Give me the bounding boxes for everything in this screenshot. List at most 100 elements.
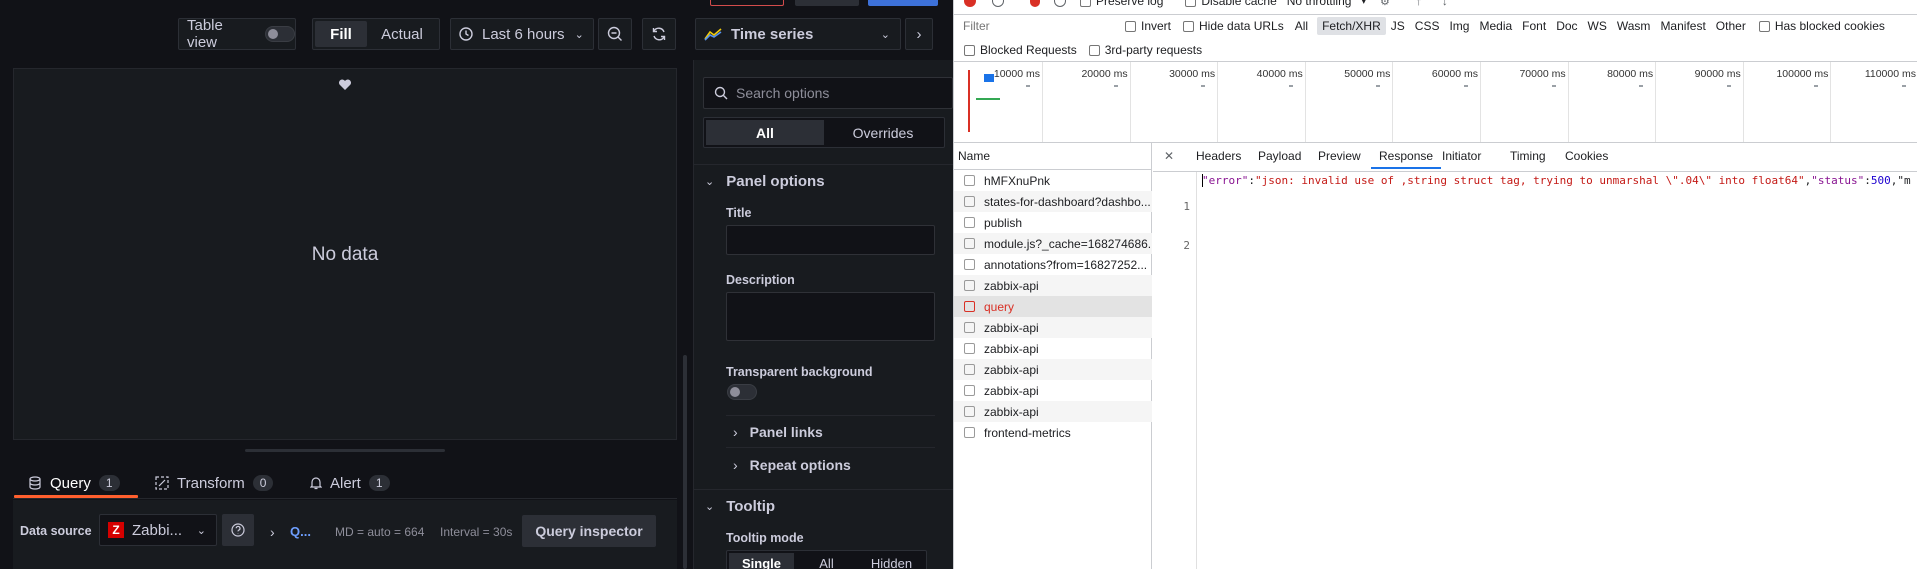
query-name[interactable]: Q...: [290, 524, 311, 539]
network-conditions-icon[interactable]: ⚙: [1380, 0, 1390, 8]
fill-button[interactable]: Fill: [315, 21, 367, 47]
description-textarea[interactable]: [726, 292, 935, 341]
filter-type-ws[interactable]: WS: [1583, 17, 1612, 35]
request-row[interactable]: states-for-dashboard?dashbo...: [954, 191, 1152, 212]
tab-alert-count: 1: [368, 475, 390, 491]
repeat-options-header[interactable]: › Repeat options: [733, 457, 851, 473]
panel-links-header[interactable]: › Panel links: [733, 424, 823, 440]
filter-type-other[interactable]: Other: [1711, 17, 1751, 35]
tooltip-mode-hidden[interactable]: Hidden: [859, 553, 924, 569]
zoom-out-button[interactable]: [598, 18, 632, 50]
filter-type-manifest[interactable]: Manifest: [1655, 17, 1710, 35]
bell-icon: [310, 477, 322, 490]
request-row[interactable]: module.js?_cache=168274686...: [954, 233, 1152, 254]
throttling-select[interactable]: No throttling: [1287, 0, 1352, 8]
third-party-checkbox[interactable]: [1088, 44, 1100, 56]
filter-type-img[interactable]: Img: [1444, 17, 1474, 35]
request-row[interactable]: query: [954, 296, 1152, 317]
import-har-icon[interactable]: ↑: [1416, 0, 1422, 8]
request-type-icon: [964, 427, 975, 438]
tab-overrides[interactable]: Overrides: [824, 120, 942, 145]
tab-preview[interactable]: Preview: [1310, 147, 1369, 169]
time-range-picker[interactable]: Last 6 hours ⌄: [450, 18, 594, 50]
request-list: Name hMFXnuPnk states-for-dashboard?dashb…: [954, 143, 1152, 569]
request-row[interactable]: zabbix-api: [954, 380, 1152, 401]
close-icon[interactable]: ✕: [1164, 149, 1174, 163]
record-icon[interactable]: [964, 0, 976, 7]
tab-alert[interactable]: Alert 1: [310, 468, 390, 498]
request-row[interactable]: annotations?from=16827252...: [954, 254, 1152, 275]
tooltip-mode-single[interactable]: Single: [729, 553, 794, 569]
tooltip-header[interactable]: ⌄ Tooltip: [705, 498, 775, 515]
request-row[interactable]: zabbix-api: [954, 275, 1152, 296]
title-input[interactable]: [726, 225, 935, 255]
filter-type-doc[interactable]: Doc: [1551, 17, 1582, 35]
panel-options-header[interactable]: ⌄ Panel options: [705, 173, 825, 190]
discard-button[interactable]: [710, 0, 784, 6]
filter-type-js[interactable]: JS: [1386, 17, 1410, 35]
blocked-requests-checkbox[interactable]: [964, 44, 975, 56]
request-type-icon: [964, 196, 975, 207]
hide-data-urls-checkbox[interactable]: [1183, 20, 1195, 32]
tab-query[interactable]: Query 1: [28, 468, 120, 498]
preserve-log-checkbox[interactable]: [1080, 0, 1091, 7]
tab-payload[interactable]: Payload: [1250, 147, 1309, 169]
resize-handle[interactable]: [245, 449, 445, 452]
tooltip-mode-all[interactable]: All: [794, 553, 859, 569]
divider: [1153, 171, 1917, 172]
data-source-help-button[interactable]: [222, 514, 254, 546]
apply-button[interactable]: [868, 0, 938, 6]
save-button[interactable]: [795, 0, 859, 6]
request-type-icon: [964, 301, 975, 312]
tab-initiator[interactable]: Initiator: [1434, 147, 1489, 169]
visualization-picker[interactable]: Time series ⌄: [695, 18, 901, 50]
table-view-switch[interactable]: [265, 26, 295, 42]
request-row[interactable]: zabbix-api: [954, 401, 1152, 422]
tab-timing[interactable]: Timing: [1502, 147, 1554, 169]
tooltip-mode-group: Single All Hidden: [726, 550, 927, 569]
request-row[interactable]: zabbix-api: [954, 338, 1152, 359]
filter-type-fetch-xhr[interactable]: Fetch/XHR: [1317, 17, 1386, 35]
response-body[interactable]: "error":"json: invalid use of ,string st…: [1202, 174, 1911, 187]
divider: [954, 14, 1917, 15]
name-column-header[interactable]: Name: [954, 143, 1151, 170]
request-row[interactable]: zabbix-api: [954, 317, 1152, 338]
search-icon[interactable]: [1054, 0, 1066, 7]
json-value-error: "json: invalid use of ,string struct tag…: [1254, 174, 1805, 187]
tab-all-options[interactable]: All: [706, 120, 824, 145]
chevron-right-icon: ›: [733, 457, 738, 473]
refresh-button[interactable]: [642, 18, 676, 50]
invert-checkbox[interactable]: [1125, 20, 1136, 32]
export-har-icon[interactable]: ↓: [1442, 0, 1448, 8]
filter-type-all[interactable]: All: [1290, 17, 1313, 35]
tab-headers[interactable]: Headers: [1188, 147, 1249, 169]
actual-button[interactable]: Actual: [367, 21, 437, 47]
request-row[interactable]: zabbix-api: [954, 359, 1152, 380]
query-inspector-button[interactable]: Query inspector: [522, 515, 656, 547]
filter-funnel-icon[interactable]: [1030, 0, 1040, 7]
disable-cache-checkbox[interactable]: [1185, 0, 1197, 7]
has-blocked-cookies-checkbox[interactable]: [1758, 20, 1770, 32]
heart-icon[interactable]: [338, 79, 352, 91]
request-row[interactable]: frontend-metrics: [954, 422, 1152, 443]
scrollbar[interactable]: [683, 355, 687, 569]
data-source-picker[interactable]: Z Zabbi... ⌄: [99, 514, 217, 546]
filter-input[interactable]: Filter: [960, 17, 1120, 35]
table-view-toggle[interactable]: Table view: [178, 17, 296, 51]
search-options-input[interactable]: Search options: [703, 77, 953, 109]
collapse-options-button[interactable]: ›: [905, 18, 933, 50]
filter-type-font[interactable]: Font: [1517, 17, 1551, 35]
tab-cookies[interactable]: Cookies: [1557, 147, 1616, 169]
request-row[interactable]: hMFXnuPnk: [954, 170, 1152, 191]
clear-icon[interactable]: [992, 0, 1004, 7]
filter-type-media[interactable]: Media: [1474, 17, 1517, 35]
request-row[interactable]: publish: [954, 212, 1152, 233]
tab-response[interactable]: Response: [1371, 147, 1442, 169]
filter-type-css[interactable]: CSS: [1410, 17, 1445, 35]
chevron-right-icon[interactable]: ›: [270, 524, 275, 540]
filter-type-wasm[interactable]: Wasm: [1612, 17, 1656, 35]
transparent-background-switch[interactable]: [727, 384, 757, 400]
json-tail: ,"m: [1890, 174, 1911, 187]
tab-transform[interactable]: Transform 0: [155, 468, 274, 498]
timeline-overview[interactable]: 10000 ms 20000 ms 30000 ms 40000 ms 50000 ms…: [954, 62, 1917, 142]
